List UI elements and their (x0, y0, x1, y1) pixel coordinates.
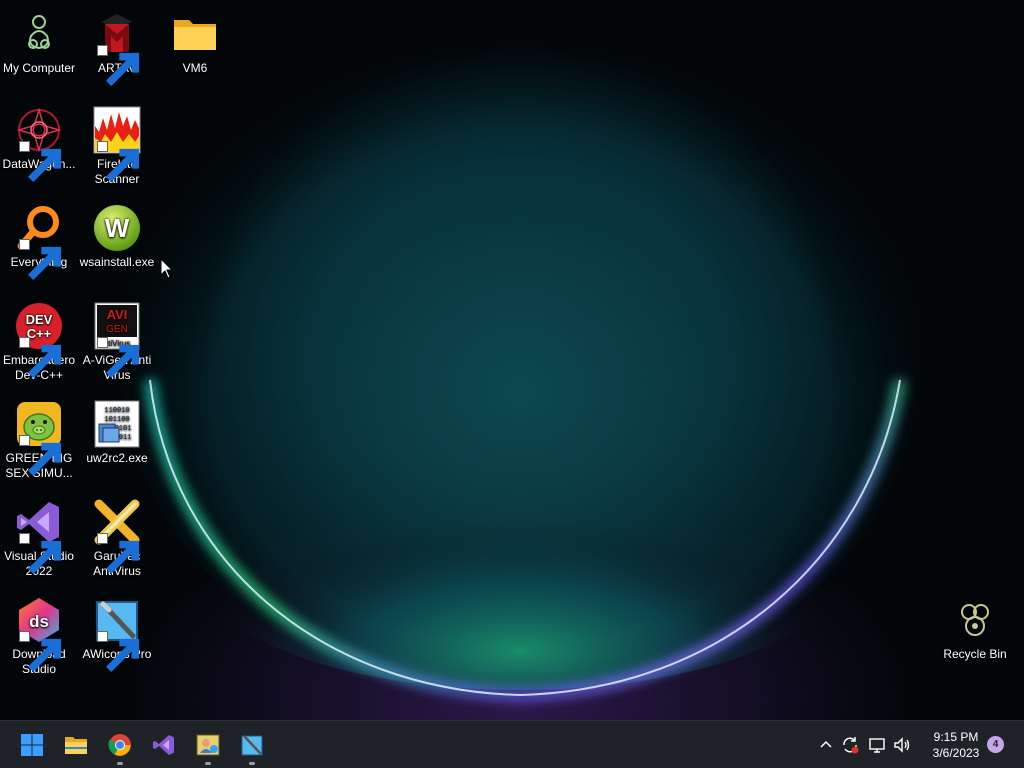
running-indicator (249, 762, 255, 765)
start-icon (21, 734, 43, 756)
app-icon (196, 734, 220, 756)
running-indicator (205, 762, 211, 765)
avigen-text-top: AVI (107, 307, 128, 322)
ds-text: ds (29, 612, 49, 631)
icon-label: VM6 (182, 61, 208, 75)
clock[interactable]: 9:15 PM 3/6/2023 (918, 729, 994, 761)
desktop-icon-vm6[interactable]: VM6 (156, 10, 234, 76)
notification-badge[interactable]: 4 (987, 736, 1004, 753)
tray-network-button[interactable] (868, 735, 888, 755)
binary-text-1: 110010 (104, 407, 129, 415)
desktop-icon-garuyac[interactable]: GaruYac AntiVirus (78, 498, 156, 579)
mouse-cursor-icon (160, 258, 174, 279)
desktop-icon-my-computer[interactable]: My Computer (0, 10, 78, 76)
wsainstall-icon: W (94, 205, 140, 251)
running-indicator (117, 762, 123, 765)
shortcut-arrow-icon (97, 533, 140, 574)
desktop-icon-visual-studio[interactable]: Visual Studio 2022 (0, 498, 78, 579)
desktop-icon-recycle-bin[interactable]: Recycle Bin (936, 596, 1014, 662)
uw2rc2-icon: 110010 101100 0101 0011 (94, 400, 140, 448)
shortcut-arrow-icon (97, 337, 140, 378)
tray-overflow-button[interactable] (816, 735, 836, 755)
desktop-icon-datawagon[interactable]: DataWagon... (0, 106, 78, 182)
desktop-icon-devcpp[interactable]: DEV C++ Embarcadero Dev-C++ (0, 302, 78, 383)
tray-volume-button[interactable] (892, 735, 912, 755)
volume-icon (894, 737, 910, 753)
desktop-icon-avigen[interactable]: AVI GEN ntiVirus A-ViGen Anti Virus (78, 302, 156, 383)
desktop-icon-uw2rc2[interactable]: 110010 101100 0101 0011 uw2rc2.exe (78, 400, 156, 466)
taskbar-file-explorer[interactable] (60, 729, 92, 761)
taskbar-visual-studio[interactable] (148, 729, 180, 761)
taskbar-awicons[interactable] (236, 729, 268, 765)
my-computer-icon (28, 15, 50, 50)
shortcut-arrow-icon (19, 435, 62, 476)
icon-label: Recycle Bin (943, 647, 1007, 661)
avigen-text-mid: GEN (106, 324, 128, 335)
taskbar-chrome[interactable] (104, 729, 136, 765)
shortcut-arrow-icon (19, 141, 62, 182)
wsa-text: W (105, 213, 130, 243)
binary-text-2: 101100 (104, 416, 129, 424)
clock-time: 9:15 PM (933, 730, 979, 744)
awicons-icon (241, 735, 263, 756)
icon-label: uw2rc2.exe (86, 451, 148, 465)
icon-label: My Computer (2, 61, 76, 75)
sync-icon (843, 737, 859, 754)
desktop-icon-download-studio[interactable]: ds Download Studio (0, 596, 78, 677)
tray-sync-button[interactable] (840, 735, 860, 755)
icon-label: wsainstall.exe (79, 255, 155, 269)
desktop-icon-firelite[interactable]: FireLite Scanner (78, 106, 156, 187)
desktop-icon-awicons[interactable]: AWicons Pro (78, 596, 156, 672)
start-button[interactable] (16, 729, 48, 761)
file-explorer-icon (65, 737, 87, 754)
desktop-icon-wsainstall[interactable]: W wsainstall.exe (78, 204, 156, 270)
folder-icon (174, 20, 216, 50)
chevron-up-icon (820, 740, 832, 748)
shortcut-arrow-icon (19, 631, 62, 672)
shortcut-arrow-icon (97, 631, 140, 672)
shortcut-arrow-icon (19, 337, 62, 378)
taskbar: 9:15 PM 3/6/2023 (0, 720, 1024, 768)
clock-date: 3/6/2023 (932, 746, 980, 760)
desktop[interactable]: My Computer DataWagon... Everything DEV … (0, 0, 1024, 720)
devcpp-text-top: DEV (26, 312, 53, 327)
desktop-icon-everything[interactable]: Everything (0, 204, 78, 280)
recycle-bin-icon (961, 604, 989, 636)
taskbar-app[interactable] (192, 729, 224, 765)
chrome-icon (108, 734, 131, 756)
shortcut-arrow-icon (97, 141, 140, 182)
visual-studio-icon (153, 735, 174, 755)
desktop-icon-artav[interactable]: ARTAV (78, 10, 156, 86)
shortcut-arrow-icon (97, 45, 140, 86)
shortcut-arrow-icon (19, 533, 62, 574)
network-icon (869, 738, 885, 753)
desktop-icon-green-pig[interactable]: GREEN PIG SEX SIMU... (0, 400, 78, 481)
shortcut-arrow-icon (19, 239, 62, 280)
